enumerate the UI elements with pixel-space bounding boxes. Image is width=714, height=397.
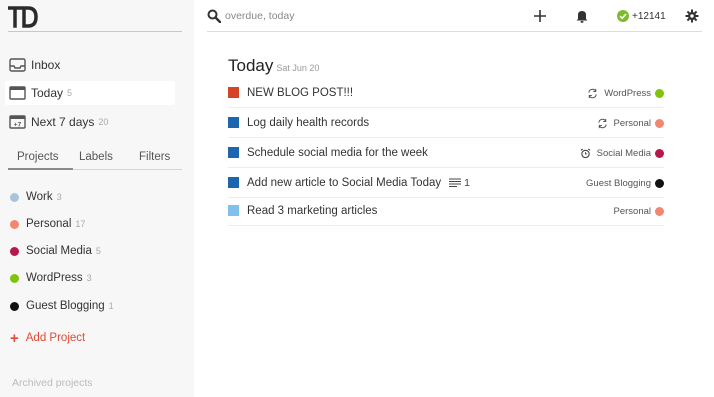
project-name: WordPress bbox=[26, 272, 83, 284]
task-row[interactable]: Log daily health records Personal bbox=[228, 108, 664, 138]
project-name: Work bbox=[26, 191, 53, 203]
karma-check-icon bbox=[617, 10, 629, 22]
alarm-icon bbox=[580, 147, 591, 158]
task-checkbox[interactable] bbox=[228, 117, 239, 128]
nav-today[interactable]: Today 5 bbox=[5, 81, 175, 105]
nav-today-count: 5 bbox=[67, 88, 73, 98]
project-item-personal[interactable]: Personal 17 bbox=[10, 214, 85, 234]
task-project-dot bbox=[655, 178, 664, 188]
task-row[interactable]: Schedule social media for the week Socia… bbox=[228, 138, 664, 168]
nav-inbox[interactable]: Inbox bbox=[5, 53, 175, 77]
inbox-icon bbox=[9, 58, 26, 72]
task-content[interactable]: Read 3 marketing articles bbox=[247, 205, 377, 217]
project-count: 5 bbox=[95, 246, 101, 256]
plus-icon: + bbox=[10, 329, 19, 347]
recurring-icon bbox=[588, 88, 597, 98]
task-project-dot bbox=[655, 148, 664, 158]
nav-inbox-label: Inbox bbox=[31, 58, 61, 72]
settings-button[interactable] bbox=[682, 6, 702, 26]
svg-text:+7: +7 bbox=[14, 122, 22, 129]
project-color-dot bbox=[10, 301, 19, 311]
notes-icon bbox=[449, 178, 462, 187]
page-title: Today Sat Jun 20 bbox=[228, 56, 319, 76]
task-row[interactable]: NEW BLOG POST!!! WordPress bbox=[228, 78, 664, 108]
task-content[interactable]: Schedule social media for the week bbox=[247, 147, 428, 159]
add-project-label: Add Project bbox=[25, 332, 86, 344]
tab-active-indicator bbox=[8, 168, 73, 170]
project-color-dot bbox=[10, 219, 19, 229]
project-count: 3 bbox=[56, 192, 62, 202]
task-project-dot bbox=[655, 88, 664, 98]
task-meta: Guest Blogging bbox=[586, 168, 664, 198]
task-content[interactable]: Add new article to Social Media Today bbox=[247, 177, 441, 189]
plus-icon bbox=[534, 10, 546, 22]
project-count: 17 bbox=[75, 219, 86, 229]
task-project-label[interactable]: Social Media bbox=[597, 148, 651, 159]
nav-today-label: Today bbox=[31, 86, 64, 100]
project-name: Personal bbox=[26, 218, 72, 230]
add-project-button[interactable]: + Add Project bbox=[10, 329, 85, 347]
bell-icon bbox=[576, 11, 588, 23]
page-date: Sat Jun 20 bbox=[276, 63, 320, 73]
project-name: Social Media bbox=[26, 245, 92, 257]
task-project-label[interactable]: WordPress bbox=[604, 88, 651, 99]
tab-labels[interactable]: Labels bbox=[79, 151, 113, 163]
gear-icon bbox=[685, 9, 699, 23]
project-name: Guest Blogging bbox=[26, 300, 105, 312]
page-title-text: Today bbox=[228, 56, 274, 75]
karma-points: +12141 bbox=[632, 10, 666, 22]
task-project-label[interactable]: Personal bbox=[614, 206, 652, 217]
logo-divider bbox=[8, 31, 182, 32]
task-checkbox[interactable] bbox=[228, 87, 239, 98]
task-note-count: 1 bbox=[464, 176, 470, 189]
project-count: 1 bbox=[108, 301, 114, 311]
project-item-wordpress[interactable]: WordPress 3 bbox=[10, 268, 92, 288]
task-meta: Personal bbox=[597, 108, 664, 138]
topbar-divider bbox=[207, 31, 702, 32]
quick-add-button[interactable] bbox=[530, 6, 550, 26]
task-content[interactable]: Log daily health records bbox=[247, 117, 369, 129]
top-bar: +12141 bbox=[194, 0, 714, 32]
task-meta: Social Media bbox=[580, 138, 664, 168]
task-row[interactable]: Add new article to Social Media Today 1 … bbox=[228, 168, 664, 198]
task-project-label[interactable]: Guest Blogging bbox=[586, 178, 651, 189]
task-project-label[interactable]: Personal bbox=[614, 118, 652, 129]
nav-next-7-days-count: 20 bbox=[98, 117, 109, 127]
karma-indicator[interactable]: +12141 bbox=[617, 9, 666, 23]
project-color-dot bbox=[10, 273, 19, 283]
project-item-social-media[interactable]: Social Media 5 bbox=[10, 241, 101, 261]
task-notes-button[interactable]: 1 bbox=[449, 177, 470, 189]
task-meta: WordPress bbox=[587, 78, 664, 108]
task-meta: Personal bbox=[614, 196, 664, 226]
project-color-dot bbox=[10, 246, 19, 256]
task-checkbox[interactable] bbox=[228, 205, 239, 216]
project-item-work[interactable]: Work 3 bbox=[10, 187, 62, 207]
nav-next-7-days[interactable]: +7 Next 7 days 20 bbox=[5, 110, 175, 134]
task-project-dot bbox=[655, 206, 664, 216]
search-input[interactable] bbox=[225, 8, 455, 24]
calendar-plus7-icon: +7 bbox=[9, 115, 26, 129]
tab-filters[interactable]: Filters bbox=[139, 151, 170, 163]
nav-next-7-days-label: Next 7 days bbox=[31, 115, 95, 129]
task-project-dot bbox=[655, 118, 664, 128]
todoist-logo-icon[interactable] bbox=[8, 6, 38, 28]
sidebar: Inbox Today 5 +7 Next 7 days 20 Projects… bbox=[0, 0, 194, 397]
tab-projects[interactable]: Projects bbox=[17, 151, 59, 163]
task-row[interactable]: Read 3 marketing articles Personal bbox=[228, 196, 664, 226]
today-icon bbox=[9, 86, 26, 100]
archived-projects-link[interactable]: Archived projects bbox=[12, 377, 93, 389]
sidebar-tabs: Projects Labels Filters bbox=[8, 150, 182, 172]
notifications-button[interactable] bbox=[572, 6, 592, 26]
task-checkbox[interactable] bbox=[228, 147, 239, 158]
project-count: 3 bbox=[86, 273, 92, 283]
task-content[interactable]: NEW BLOG POST!!! bbox=[247, 87, 353, 99]
project-color-dot bbox=[10, 192, 19, 202]
project-item-guest-blogging[interactable]: Guest Blogging 1 bbox=[10, 296, 114, 316]
search-icon bbox=[207, 9, 221, 23]
task-checkbox[interactable] bbox=[228, 177, 239, 188]
recurring-icon bbox=[597, 118, 607, 128]
